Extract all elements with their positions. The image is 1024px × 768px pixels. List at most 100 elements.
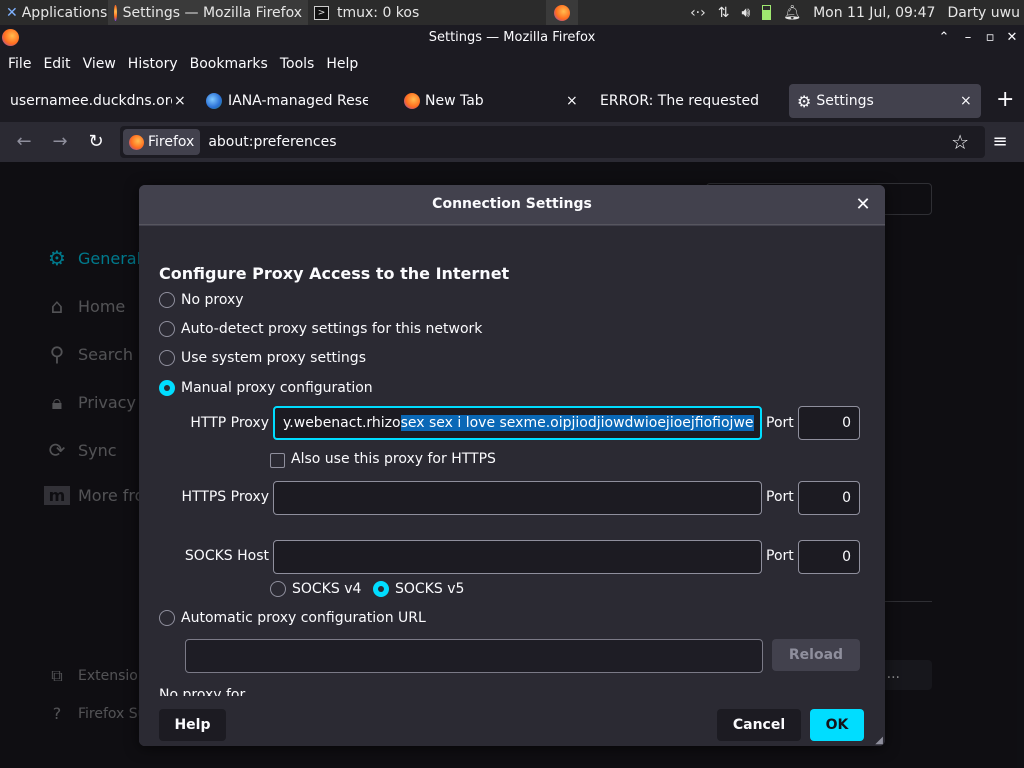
radio-button[interactable] [159,350,175,366]
radio-label: SOCKS v5 [395,581,465,597]
forward-arrow-icon[interactable]: → [48,130,72,154]
radio-button-selected[interactable] [373,581,389,597]
dialog-body: Configure Proxy Access to the Internet N… [139,226,885,696]
system-panel: ✕ Applications Settings — Mozilla Firefo… [0,0,1024,25]
radio-system-proxy[interactable]: Use system proxy settings [159,350,366,366]
radio-socks-v5[interactable]: SOCKS v5 [373,581,464,597]
tab-iana[interactable]: IANA-managed Reserved [206,84,376,118]
clock[interactable]: Mon 11 Jul, 09:47 [813,5,935,21]
radio-button-selected[interactable] [159,380,175,396]
ok-button[interactable]: OK [810,709,864,741]
radio-no-proxy[interactable]: No proxy [159,292,244,308]
url-text[interactable]: about:preferences [208,134,336,150]
tab-label: IANA-managed Reserved [228,93,368,109]
window-titlebar[interactable]: Settings — Mozilla Firefox ⌃ – ▫ ✕ [0,25,1024,50]
minimize-icon[interactable]: – [958,25,978,50]
socks-host-input[interactable] [273,540,762,574]
selected-text: sex sex i love sexme.oipjiodjiowdwioejio… [400,415,754,431]
radio-button[interactable] [159,321,175,337]
radio-button[interactable] [270,581,286,597]
menu-file[interactable]: File [2,56,37,72]
menu-bar: File Edit View History Bookmarks Tools H… [0,50,1024,78]
port-label: Port [766,548,794,564]
tab-label: New Tab [425,93,484,109]
http-port-input[interactable]: 0 [798,406,860,440]
tab-error[interactable]: ERROR: The requested URL [600,84,760,118]
socks-host-label: SOCKS Host [184,548,269,564]
applications-menu-label: Applications [21,4,108,21]
new-tab-plus-icon[interactable]: + [996,88,1014,112]
also-https-label: Also use this proxy for HTTPS [291,451,496,467]
tab-close-icon[interactable]: × [960,93,972,109]
radio-label: No proxy [181,292,244,308]
resize-grip-icon[interactable]: ◢ [875,735,883,746]
window-title: Settings — Mozilla Firefox [428,30,596,45]
firefox-icon [554,4,570,21]
dialog-title: Connection Settings [432,196,592,212]
close-window-icon[interactable]: ✕ [1002,25,1022,50]
hamburger-menu-icon[interactable]: ≡ [988,130,1012,154]
maximize-icon[interactable]: ▫ [980,25,1000,50]
gear-icon: ⚙ [797,91,812,111]
back-arrow-icon[interactable]: ← [12,130,36,154]
menu-edit[interactable]: Edit [37,56,76,72]
reload-icon[interactable]: ↻ [84,130,108,154]
taskbar-tmux-window[interactable]: > tmux: 0 kos [308,0,502,25]
taskbar-firefox-window[interactable]: Settings — Mozilla Firefox [108,0,308,25]
radio-auto-detect[interactable]: Auto-detect proxy settings for this netw… [159,321,482,337]
radio-socks-v4[interactable]: SOCKS v4 [270,581,361,597]
https-port-input[interactable]: 0 [798,481,860,515]
auto-proxy-url-input[interactable] [185,639,763,673]
network-transfer-icon[interactable]: ⇅ [718,5,730,21]
tab-new-tab[interactable]: New Tab × [404,84,590,118]
help-button[interactable]: Help [159,709,226,741]
system-tray: ‹·› ⇅ 🔊︎ 🔔︎ Mon 11 Jul, 09:47 Darty uwu [690,0,1024,25]
menu-view[interactable]: View [77,56,122,72]
network-arrows-icon[interactable]: ‹·› [690,5,706,21]
https-proxy-input[interactable] [273,481,762,515]
taskbar-firefox-launcher[interactable] [546,0,578,25]
tab-settings[interactable]: ⚙ Settings × [789,84,981,118]
cancel-button[interactable]: Cancel [717,709,801,741]
radio-auto-proxy-url[interactable]: Automatic proxy configuration URL [159,610,426,626]
terminal-icon: > [314,5,329,20]
firefox-icon [129,134,144,150]
tab-close-icon[interactable]: × [174,93,186,109]
port-label: Port [766,415,794,431]
xfce-icon: ✕ [6,4,18,21]
bookmark-star-icon[interactable]: ☆ [951,130,969,154]
tab-label: ERROR: The requested URL [600,93,760,109]
chevron-up-icon[interactable]: ⌃ [934,25,954,50]
section-title: Configure Proxy Access to the Internet [159,264,510,283]
also-https-checkbox[interactable] [270,453,285,468]
menu-tools[interactable]: Tools [274,56,321,72]
http-proxy-label: HTTP Proxy [190,415,269,431]
socks-port-input[interactable]: 0 [798,540,860,574]
identity-label: Firefox [148,134,195,150]
taskbar-firefox-label: Settings — Mozilla Firefox [122,4,302,21]
firefox-icon [2,29,19,46]
http-proxy-input[interactable]: y.webenact.rhizosex sex i love sexme.oip… [273,406,762,440]
radio-button[interactable] [159,610,175,626]
applications-menu-button[interactable]: ✕ Applications [0,0,108,25]
menu-help[interactable]: Help [320,56,364,72]
notifications-bell-icon[interactable]: 🔔︎ [783,5,801,21]
close-icon[interactable]: ✕ [853,195,873,215]
user-name[interactable]: Darty uwu [947,5,1020,21]
volume-icon[interactable]: 🔊︎ [741,5,750,21]
menu-history[interactable]: History [122,56,184,72]
tab-duckdns[interactable]: usernamee.duckdns.org × [0,84,196,118]
port-label: Port [766,489,794,505]
radio-label: Use system proxy settings [181,350,366,366]
battery-icon[interactable] [762,5,772,20]
tab-close-icon[interactable]: × [566,93,578,109]
identity-box[interactable]: Firefox [123,129,201,155]
radio-label: Automatic proxy configuration URL [181,610,426,626]
menu-bookmarks[interactable]: Bookmarks [184,56,274,72]
no-proxy-for-label: No proxy for [159,687,246,696]
radio-manual-proxy[interactable]: Manual proxy configuration [159,380,373,396]
url-bar[interactable]: Firefox about:preferences ☆ [120,126,985,158]
radio-label: SOCKS v4 [292,581,362,597]
reload-button[interactable]: Reload [772,639,860,671]
radio-button[interactable] [159,292,175,308]
